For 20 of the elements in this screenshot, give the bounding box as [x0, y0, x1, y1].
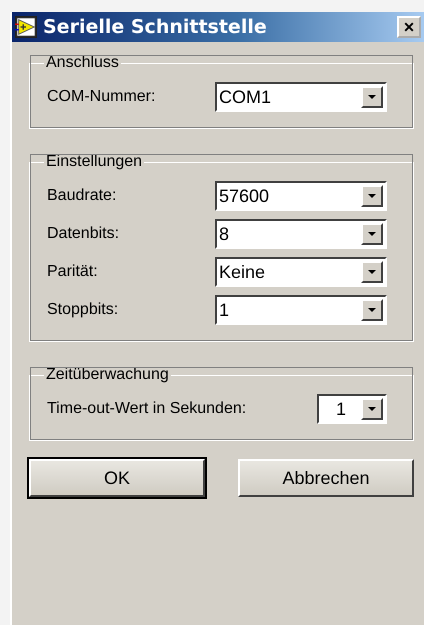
group-title: Zeitüberwachung [45, 366, 170, 384]
field-label: Stoppbits: [47, 301, 118, 319]
dropdown[interactable]: 1 [317, 394, 387, 424]
group-title: Anschluss [45, 54, 120, 72]
close-button[interactable]: × [397, 16, 421, 38]
dropdown[interactable]: Keine [215, 257, 387, 287]
field-label: Baudrate: [47, 187, 116, 205]
app-icon [15, 16, 37, 38]
dropdown[interactable]: 8 [215, 219, 387, 249]
window-title: Serielle Schnittstelle [43, 16, 268, 38]
field-label: Datenbits: [47, 225, 120, 243]
dropdown[interactable]: 57600 [215, 181, 387, 211]
field-label: Parität: [47, 263, 98, 281]
cancel-button[interactable]: Abbrechen [238, 459, 414, 497]
dropdown[interactable]: 1 [215, 295, 387, 325]
dropdown[interactable]: COM1 [215, 82, 387, 112]
ok-button[interactable]: OK [29, 459, 205, 497]
field-label: COM-Nummer: [47, 88, 156, 106]
field-label: Time-out-Wert in Sekunden: [47, 400, 246, 418]
group-title: Einstellungen [45, 153, 144, 171]
